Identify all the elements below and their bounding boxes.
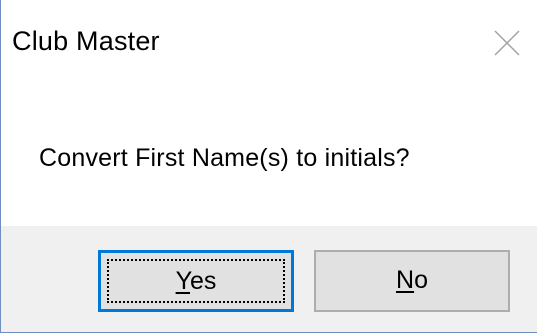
yes-button-label: Yes: [101, 253, 291, 309]
yes-button[interactable]: Yes: [98, 250, 294, 312]
dialog-title: Club Master: [12, 26, 160, 56]
title-bar[interactable]: Club Master: [1, 0, 537, 96]
no-mnemonic: N: [396, 266, 415, 294]
button-bar: Yes No: [1, 226, 537, 332]
yes-label-rest: es: [189, 267, 217, 295]
dialog-message: Convert First Name(s) to initials?: [39, 144, 410, 172]
close-icon: [494, 30, 520, 56]
no-button[interactable]: No: [314, 250, 510, 312]
dialog-content: Convert First Name(s) to initials?: [1, 96, 537, 226]
message-dialog: Club Master Convert First Name(s) to ini…: [0, 0, 537, 333]
no-label-rest: o: [414, 266, 428, 294]
yes-mnemonic: Y: [175, 267, 190, 295]
close-button[interactable]: [476, 10, 537, 72]
